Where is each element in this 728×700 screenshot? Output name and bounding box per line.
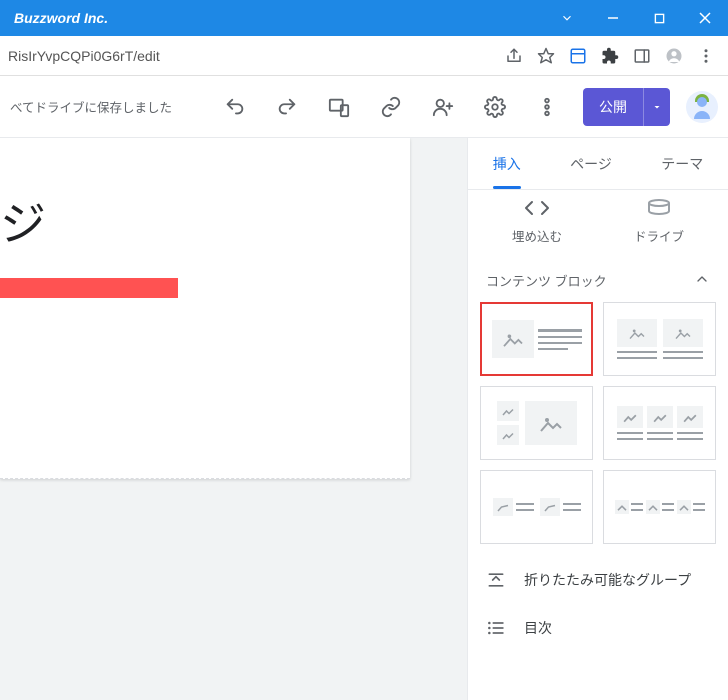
window-minimize-button[interactable] (590, 0, 636, 36)
editor-canvas[interactable]: ジ (0, 138, 467, 700)
window-close-button[interactable] (682, 0, 728, 36)
quick-embed-label: 埋め込む (512, 226, 562, 245)
url-text[interactable]: RisIrYvpCQPi0G6rT/edit (6, 48, 498, 64)
image-icon (646, 500, 660, 514)
section-divider (0, 478, 410, 479)
extensions-icon[interactable] (594, 40, 626, 72)
user-avatar[interactable] (686, 91, 718, 123)
app-toolbar: べてドライブに保存しました 公開 (0, 76, 728, 138)
quick-embed[interactable]: 埋め込む (487, 196, 587, 245)
item-toc-label: 目次 (524, 618, 552, 638)
more-menu-button[interactable] (525, 85, 569, 129)
profile-avatar-icon[interactable] (658, 40, 690, 72)
panel-scroll-area[interactable]: 埋め込む ドライブ コンテンツ ブロック (468, 190, 728, 700)
browser-menu-icon[interactable] (690, 40, 722, 72)
publish-dropdown-button[interactable] (644, 88, 670, 126)
image-icon (493, 498, 513, 516)
page-title-text[interactable]: ジ (0, 188, 410, 254)
image-icon (617, 406, 643, 428)
save-status-text: べてドライブに保存しました (10, 97, 172, 116)
content-block-4[interactable] (603, 386, 716, 460)
image-icon (617, 319, 657, 347)
item-toc[interactable]: 目次 (476, 604, 720, 652)
panel-icon[interactable] (626, 40, 658, 72)
share-person-button[interactable] (421, 85, 465, 129)
image-icon (677, 406, 703, 428)
bookmark-star-icon[interactable] (530, 40, 562, 72)
link-button[interactable] (369, 85, 413, 129)
side-panel: 挿入 ページ テーマ 埋め込む ドライブ (467, 138, 728, 700)
image-icon (492, 320, 534, 358)
content-block-3[interactable] (480, 386, 593, 460)
section-content-blocks-label: コンテンツ ブロック (486, 271, 607, 290)
item-collapsible-label: 折りたたみ可能なグループ (524, 570, 691, 590)
extension-a-icon[interactable] (562, 40, 594, 72)
browser-url-bar: RisIrYvpCQPi0G6rT/edit (0, 36, 728, 76)
window-dropdown-button[interactable] (544, 0, 590, 36)
quick-drive-label: ドライブ (634, 226, 684, 245)
redo-button[interactable] (265, 85, 309, 129)
image-icon (677, 500, 691, 514)
red-highlight-block[interactable] (0, 278, 178, 298)
window-titlebar: Buzzword Inc. (0, 0, 728, 36)
tab-insert[interactable]: 挿入 (485, 140, 529, 188)
publish-button-group: 公開 (583, 88, 670, 126)
image-icon (647, 406, 673, 428)
section-content-blocks[interactable]: コンテンツ ブロック (476, 259, 720, 302)
embed-icon (519, 196, 555, 220)
settings-button[interactable] (473, 85, 517, 129)
undo-button[interactable] (213, 85, 257, 129)
share-icon[interactable] (498, 40, 530, 72)
quick-insert-row: 埋め込む ドライブ (476, 190, 720, 259)
tab-page[interactable]: ページ (562, 140, 620, 188)
window-title: Buzzword Inc. (0, 10, 108, 26)
quick-drive[interactable]: ドライブ (609, 196, 709, 245)
content-block-6[interactable] (603, 470, 716, 544)
toc-icon (486, 618, 506, 638)
content-block-1[interactable] (480, 302, 593, 376)
tab-theme[interactable]: テーマ (653, 140, 711, 188)
image-icon (525, 401, 577, 445)
main-area: ジ 挿入 ページ テーマ 埋め込む (0, 138, 728, 700)
content-block-5[interactable] (480, 470, 593, 544)
publish-button[interactable]: 公開 (583, 88, 644, 126)
collapsible-icon (486, 570, 506, 590)
content-block-grid (476, 302, 720, 544)
content-block-2[interactable] (603, 302, 716, 376)
device-preview-button[interactable] (317, 85, 361, 129)
image-icon (497, 425, 519, 445)
panel-tabs: 挿入 ページ テーマ (468, 138, 728, 190)
image-icon (663, 319, 703, 347)
drive-icon (641, 196, 677, 220)
image-icon (497, 401, 519, 421)
window-maximize-button[interactable] (636, 0, 682, 36)
item-collapsible-group[interactable]: 折りたたみ可能なグループ (476, 556, 720, 604)
image-icon (615, 500, 629, 514)
image-icon (540, 498, 560, 516)
page-card[interactable]: ジ (0, 138, 410, 479)
chevron-up-icon (694, 271, 710, 290)
